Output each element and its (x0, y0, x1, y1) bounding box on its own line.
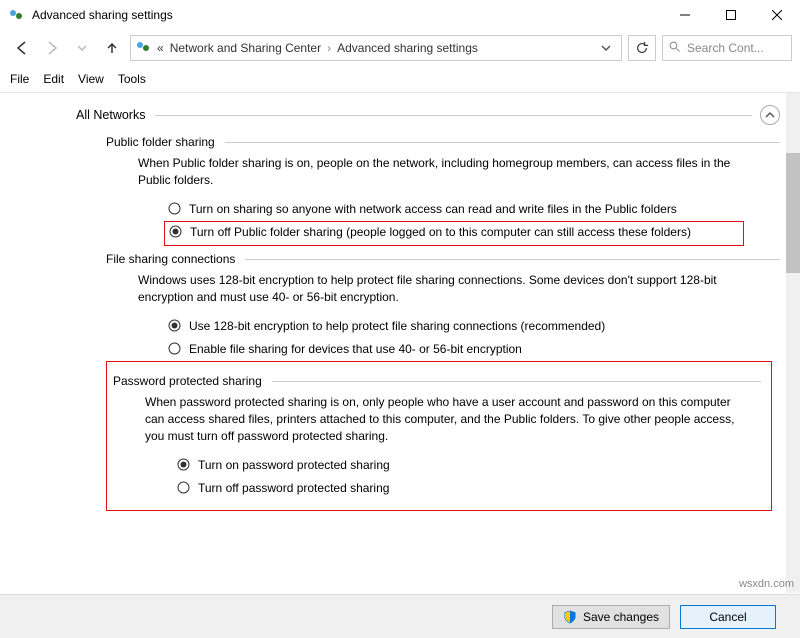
menu-file[interactable]: File (10, 72, 29, 86)
window-title: Advanced sharing settings (32, 8, 662, 22)
back-button[interactable] (10, 36, 34, 60)
radio-checked-icon (168, 319, 181, 337)
save-changes-label: Save changes (583, 610, 659, 624)
subheader-file-sharing-connections: File sharing connections (106, 252, 780, 266)
divider (225, 142, 780, 143)
fsc-radio-40-label: Enable file sharing for devices that use… (189, 341, 522, 358)
close-button[interactable] (754, 0, 800, 30)
shield-icon (563, 610, 577, 624)
pfs-radio-off[interactable]: Turn off Public folder sharing (people l… (164, 221, 744, 246)
refresh-button[interactable] (628, 35, 656, 61)
search-input[interactable]: Search Cont... (662, 35, 792, 61)
pps-radio-off[interactable]: Turn off password protected sharing (173, 478, 753, 501)
breadcrumb-root-chevrons[interactable]: « (157, 41, 164, 55)
pfs-radio-off-label: Turn off Public folder sharing (people l… (190, 224, 691, 241)
pfs-description: When Public folder sharing is on, people… (138, 155, 738, 189)
divider (272, 381, 761, 382)
fsc-radio-128-label: Use 128-bit encryption to help protect f… (189, 318, 605, 335)
content-area: All Networks Public folder sharing When … (0, 93, 800, 593)
cancel-label: Cancel (709, 610, 746, 624)
pps-radio-on-label: Turn on password protected sharing (198, 457, 390, 474)
cancel-button[interactable]: Cancel (680, 605, 776, 629)
menu-edit[interactable]: Edit (43, 72, 64, 86)
fsc-description: Windows uses 128-bit encryption to help … (138, 272, 738, 306)
fsc-radio-128[interactable]: Use 128-bit encryption to help protect f… (164, 316, 744, 339)
save-changes-button[interactable]: Save changes (552, 605, 670, 629)
search-icon (669, 41, 681, 56)
nav-row: « Network and Sharing Center › Advanced … (0, 30, 800, 66)
pps-label: Password protected sharing (113, 374, 262, 388)
section-all-networks: All Networks (76, 105, 780, 125)
search-placeholder: Search Cont... (687, 41, 764, 55)
breadcrumb-item-1[interactable]: Network and Sharing Center (170, 41, 321, 55)
maximize-button[interactable] (708, 0, 754, 30)
fsc-radio-40[interactable]: Enable file sharing for devices that use… (164, 339, 744, 362)
breadcrumb: « Network and Sharing Center › Advanced … (157, 41, 589, 55)
minimize-button[interactable] (662, 0, 708, 30)
pfs-radio-on-label: Turn on sharing so anyone with network a… (189, 201, 677, 218)
radio-unchecked-icon (177, 481, 190, 499)
bottom-bar: Save changes Cancel (0, 594, 800, 638)
address-bar[interactable]: « Network and Sharing Center › Advanced … (130, 35, 622, 61)
pps-description: When password protected sharing is on, o… (145, 394, 745, 444)
group-password-protected-sharing: Password protected sharing When password… (106, 361, 772, 511)
forward-button[interactable] (40, 36, 64, 60)
app-icon (8, 7, 24, 23)
chevron-right-icon: › (327, 41, 331, 55)
subheader-public-folder-sharing: Public folder sharing (106, 135, 780, 149)
pps-radio-on[interactable]: Turn on password protected sharing (173, 455, 753, 478)
radio-checked-icon (177, 458, 190, 476)
radio-unchecked-icon (168, 342, 181, 360)
location-icon (135, 39, 151, 58)
divider (245, 259, 780, 260)
address-dropdown[interactable] (595, 37, 617, 59)
up-button[interactable] (100, 36, 124, 60)
collapse-button[interactable] (760, 105, 780, 125)
pfs-label: Public folder sharing (106, 135, 215, 149)
menu-view[interactable]: View (78, 72, 104, 86)
breadcrumb-item-2[interactable]: Advanced sharing settings (337, 41, 478, 55)
recent-dropdown[interactable] (70, 36, 94, 60)
section-all-networks-label: All Networks (76, 108, 145, 122)
radio-unchecked-icon (168, 202, 181, 220)
fsc-label: File sharing connections (106, 252, 235, 266)
divider (155, 115, 752, 116)
title-bar: Advanced sharing settings (0, 0, 800, 30)
scrollbar-thumb[interactable] (786, 153, 800, 273)
radio-checked-icon (169, 225, 182, 243)
menu-bar: File Edit View Tools (0, 66, 800, 93)
menu-tools[interactable]: Tools (118, 72, 146, 86)
subheader-password-protected-sharing: Password protected sharing (113, 374, 761, 388)
watermark: wsxdn.com (739, 578, 794, 590)
pps-radio-off-label: Turn off password protected sharing (198, 480, 389, 497)
pfs-radio-on[interactable]: Turn on sharing so anyone with network a… (164, 199, 744, 222)
